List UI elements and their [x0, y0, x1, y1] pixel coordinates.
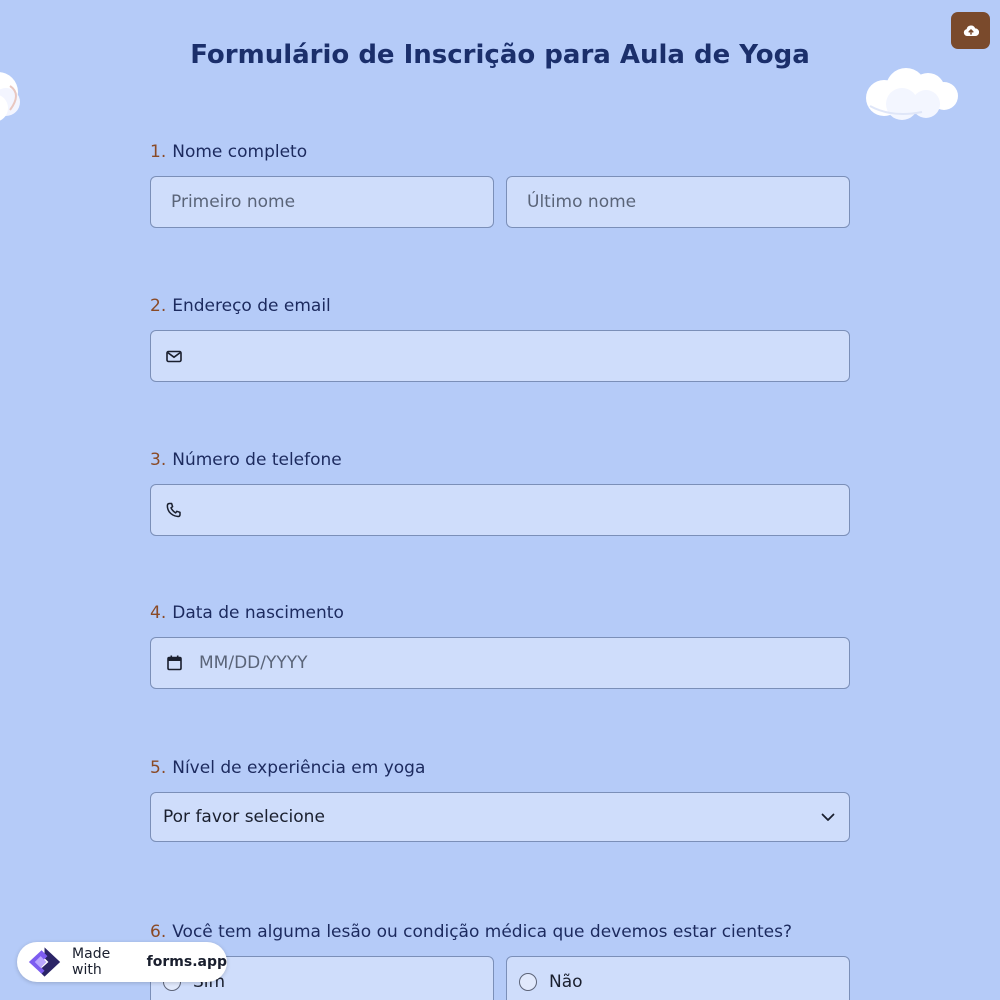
radio-option-label: Não	[549, 972, 583, 992]
cloud-right-icon	[866, 68, 958, 120]
phone-icon	[165, 501, 183, 519]
email-input[interactable]	[150, 330, 850, 382]
question-number: 6.	[150, 922, 167, 942]
question-label: 5. Nível de experiência em yoga	[150, 756, 850, 780]
question-text: Data de nascimento	[172, 603, 344, 623]
question-phone: 3. Número de telefone	[150, 448, 850, 536]
question-number: 3.	[150, 450, 167, 470]
made-with-badge[interactable]: Made with forms.app	[17, 942, 227, 982]
mail-icon	[165, 347, 183, 365]
question-label: 1. Nome completo	[150, 140, 850, 164]
cloud-upload-icon	[963, 25, 979, 36]
cloud-left-icon	[0, 72, 20, 121]
form-page: Formulário de Inscrição para Aula de Yog…	[0, 0, 1000, 1000]
phone-input[interactable]	[150, 484, 850, 536]
question-experience-level: 5. Nível de experiência em yoga Por favor…	[150, 756, 850, 842]
question-text: Número de telefone	[172, 450, 342, 470]
first-name-input[interactable]: Primeiro nome	[150, 176, 494, 228]
select-value: Por favor selecione	[163, 807, 325, 827]
experience-level-select[interactable]: Por favor selecione	[150, 792, 850, 842]
question-number: 5.	[150, 758, 167, 778]
calendar-icon	[165, 654, 183, 672]
question-text: Nome completo	[172, 142, 308, 162]
brand-name: forms.app	[146, 954, 227, 970]
first-name-placeholder: Primeiro nome	[171, 192, 296, 212]
question-number: 2.	[150, 296, 167, 316]
question-label: 4. Data de nascimento	[150, 601, 850, 625]
question-number: 1.	[150, 142, 167, 162]
question-label: 2. Endereço de email	[150, 294, 850, 318]
question-full-name: 1. Nome completo Primeiro nome Último nom…	[150, 140, 850, 228]
question-medical-condition: 6. Você tem alguma lesão ou condição médi…	[150, 920, 850, 1000]
radio-circle-icon	[519, 973, 537, 991]
last-name-input[interactable]: Último nome	[506, 176, 850, 228]
chevron-down-icon	[821, 807, 835, 827]
question-text: Endereço de email	[172, 296, 331, 316]
question-number: 4.	[150, 603, 167, 623]
question-label: 6. Você tem alguma lesão ou condição médi…	[150, 920, 850, 944]
question-email: 2. Endereço de email	[150, 294, 850, 382]
birth-date-input[interactable]: MM/DD/YYYY	[150, 637, 850, 689]
question-text: Nível de experiência em yoga	[172, 758, 426, 778]
forms-app-logo-icon	[28, 947, 61, 977]
made-with-text: Made with	[72, 946, 111, 978]
last-name-placeholder: Último nome	[527, 192, 637, 212]
birth-date-placeholder: MM/DD/YYYY	[199, 653, 308, 673]
radio-option-no[interactable]: Não	[506, 956, 850, 1000]
form-title: Formulário de Inscrição para Aula de Yog…	[190, 40, 810, 70]
question-label: 3. Número de telefone	[150, 448, 850, 472]
question-text: Você tem alguma lesão ou condição médica…	[172, 922, 792, 942]
question-birth-date: 4. Data de nascimento MM/DD/YYYY	[150, 601, 850, 689]
